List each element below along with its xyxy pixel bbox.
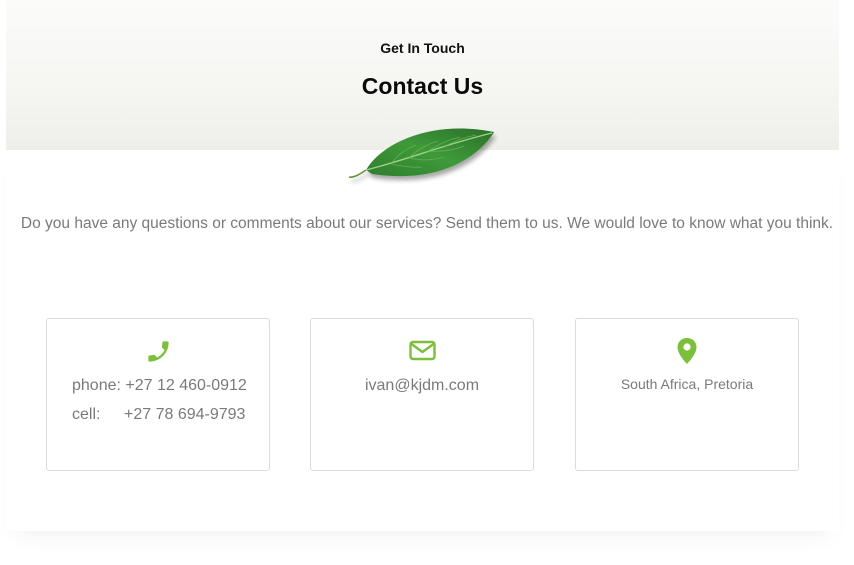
map-pin-icon <box>673 337 701 365</box>
address-card: South Africa, Pretoria <box>575 318 799 471</box>
email-link[interactable]: ivan@kjdm.com <box>311 377 533 395</box>
address-text: South Africa, Pretoria <box>620 376 754 392</box>
email-card: ivan@kjdm.com <box>310 318 534 471</box>
page-title: Contact Us <box>361 73 484 99</box>
contact-page: Get In Touch Contact Us Do you have any … <box>0 0 854 565</box>
phone-number[interactable]: phone: +27 12 460-0912 <box>72 377 247 395</box>
section-eyebrow: Get In Touch <box>380 40 465 56</box>
leaf-image <box>348 128 494 178</box>
phone-card: phone: +27 12 460-0912 cell: +27 78 694-… <box>46 318 270 471</box>
cell-label: cell: <box>72 406 101 423</box>
envelope-icon <box>408 337 436 365</box>
intro-text: Do you have any questions or comments ab… <box>20 215 834 232</box>
cell-number[interactable]: +27 78 694-9793 <box>124 406 245 424</box>
phone-icon <box>144 337 172 365</box>
